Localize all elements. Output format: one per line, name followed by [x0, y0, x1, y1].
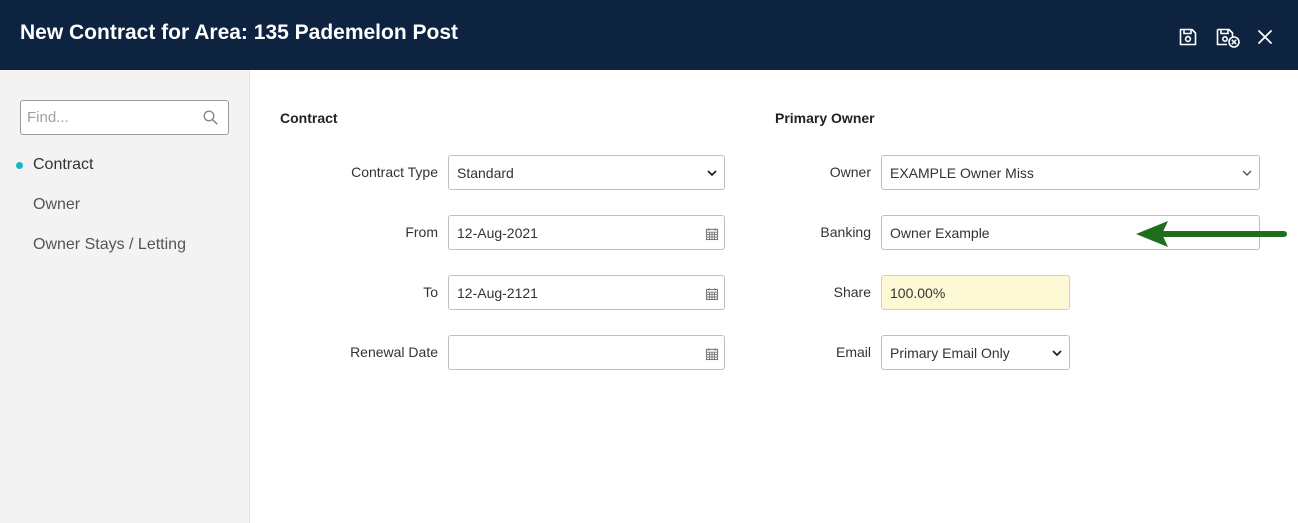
- owner-value: EXAMPLE Owner Miss: [890, 165, 1034, 181]
- banking-label: Banking: [820, 224, 871, 240]
- owner-label: Owner: [829, 164, 871, 180]
- chevron-down-icon: [1052, 350, 1062, 357]
- renewal-date-field[interactable]: [448, 335, 725, 370]
- active-indicator-dot: [16, 162, 23, 169]
- green-arrow-annotation: [1136, 221, 1287, 247]
- close-button[interactable]: [1252, 24, 1278, 50]
- contract-type-label: Contract Type: [351, 164, 438, 180]
- from-date-field[interactable]: 12-Aug-2021: [448, 215, 725, 250]
- from-label: From: [405, 224, 438, 240]
- email-value: Primary Email Only: [890, 345, 1010, 361]
- dialog-title: New Contract for Area: 135 Pademelon Pos…: [20, 21, 459, 44]
- share-value: 100.00%: [890, 285, 946, 301]
- calendar-icon[interactable]: [705, 227, 719, 241]
- calendar-icon[interactable]: [705, 347, 719, 361]
- share-field[interactable]: 100.00%: [881, 275, 1070, 310]
- share-label: Share: [833, 284, 871, 300]
- find-input[interactable]: [21, 101, 196, 134]
- email-label: Email: [835, 344, 871, 360]
- to-date-field[interactable]: 12-Aug-2121: [448, 275, 725, 310]
- from-date-value: 12-Aug-2021: [457, 225, 538, 241]
- find-box: [20, 100, 229, 135]
- chevron-down-icon: [1242, 170, 1252, 176]
- sidebar-item-contract[interactable]: Contract: [33, 156, 93, 174]
- close-icon: [1258, 30, 1272, 44]
- search-icon[interactable]: [203, 110, 218, 125]
- calendar-icon[interactable]: [705, 287, 719, 301]
- contract-type-select[interactable]: Standard: [448, 155, 725, 190]
- sidebar: Contract Owner Owner Stays / Letting: [0, 70, 250, 523]
- banking-value: Owner Example: [890, 225, 990, 241]
- sidebar-item-owner[interactable]: Owner: [33, 196, 80, 214]
- to-date-value: 12-Aug-2121: [457, 285, 538, 301]
- contract-section-title: Contract: [280, 110, 338, 126]
- save-icon: [1179, 28, 1197, 46]
- sidebar-item-owner-stays-letting[interactable]: Owner Stays / Letting: [33, 236, 186, 254]
- renewal-date-label: Renewal Date: [350, 344, 438, 360]
- contract-type-value: Standard: [457, 165, 514, 181]
- primary-owner-section-title: Primary Owner: [775, 110, 875, 126]
- save-button[interactable]: [1175, 24, 1201, 50]
- owner-select[interactable]: EXAMPLE Owner Miss: [881, 155, 1260, 190]
- save-and-close-button[interactable]: [1214, 24, 1242, 50]
- dialog-header: New Contract for Area: 135 Pademelon Pos…: [0, 0, 1298, 70]
- email-select[interactable]: Primary Email Only: [881, 335, 1070, 370]
- chevron-down-icon: [707, 170, 717, 177]
- save-close-icon: [1216, 28, 1240, 48]
- to-label: To: [423, 284, 438, 300]
